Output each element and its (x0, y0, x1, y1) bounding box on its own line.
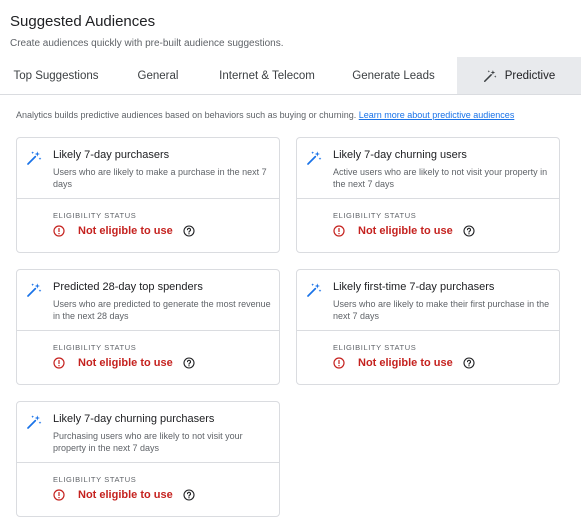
error-icon (53, 489, 65, 501)
card-description: Users who are likely to make their first… (333, 299, 550, 321)
card-description: Active users who are likely to not visit… (333, 167, 548, 189)
magic-wand-icon (483, 69, 497, 83)
tab-label: Internet & Telecom (219, 69, 315, 82)
card-header: Likely 7-day purchasers Users who are li… (17, 138, 279, 199)
audience-card-predicted-28-day-top-spenders[interactable]: Predicted 28-day top spenders Users who … (16, 269, 280, 385)
tab-label: Generate Leads (352, 69, 435, 82)
card-header: Likely 7-day churning users Active users… (297, 138, 559, 199)
error-icon (333, 357, 345, 369)
eligibility-label: ELIGIBILITY STATUS (333, 211, 417, 220)
card-description: Purchasing users who are likely to not v… (53, 431, 243, 453)
intro-text: Analytics builds predictive audiences ba… (16, 110, 514, 120)
page-subtitle: Create audiences quickly with pre-built … (10, 38, 284, 49)
status-text: Not eligible to use (78, 357, 173, 369)
audience-card-likely-7-day-purchasers[interactable]: Likely 7-day purchasers Users who are li… (16, 137, 280, 253)
eligibility-label: ELIGIBILITY STATUS (53, 475, 137, 484)
magic-wand-icon (26, 414, 42, 435)
error-icon (333, 225, 345, 237)
tab-label: Predictive (504, 69, 556, 82)
page-header: Suggested Audiences Create audiences qui… (10, 12, 284, 49)
card-title: Likely 7-day purchasers (53, 149, 170, 161)
eligibility-label: ELIGIBILITY STATUS (53, 211, 137, 220)
card-title: Likely first-time 7-day purchasers (333, 281, 495, 293)
status-text: Not eligible to use (78, 225, 173, 237)
tab-general[interactable]: General (112, 57, 204, 94)
error-icon (53, 225, 65, 237)
card-header: Likely first-time 7-day purchasers Users… (297, 270, 559, 331)
learn-more-link[interactable]: Learn more about predictive audiences (359, 110, 515, 120)
magic-wand-icon (306, 150, 322, 171)
eligibility-label: ELIGIBILITY STATUS (53, 343, 137, 352)
eligibility-status: Not eligible to use (333, 357, 475, 369)
card-title: Likely 7-day churning users (333, 149, 467, 161)
audience-card-likely-first-time-7-day-purchasers[interactable]: Likely first-time 7-day purchasers Users… (296, 269, 560, 385)
card-title: Likely 7-day churning purchasers (53, 413, 215, 425)
card-title: Predicted 28-day top spenders (53, 281, 203, 293)
card-description: Users who are likely to make a purchase … (53, 167, 267, 189)
help-icon[interactable] (183, 225, 195, 237)
tab-label: Top Suggestions (13, 69, 99, 82)
magic-wand-icon (306, 282, 322, 303)
audience-card-likely-7-day-churning-purchasers[interactable]: Likely 7-day churning purchasers Purchas… (16, 401, 280, 517)
status-text: Not eligible to use (358, 225, 453, 237)
eligibility-status: Not eligible to use (53, 489, 195, 501)
intro-description: Analytics builds predictive audiences ba… (16, 110, 357, 120)
help-icon[interactable] (463, 225, 475, 237)
eligibility-status: Not eligible to use (333, 225, 475, 237)
eligibility-status: Not eligible to use (53, 357, 195, 369)
card-header: Likely 7-day churning purchasers Purchas… (17, 402, 279, 463)
tab-internet-telecom[interactable]: Internet & Telecom (204, 57, 330, 94)
status-text: Not eligible to use (78, 489, 173, 501)
card-description: Users who are predicted to generate the … (53, 299, 271, 321)
tab-predictive[interactable]: Predictive (457, 57, 581, 94)
help-icon[interactable] (463, 357, 475, 369)
error-icon (53, 357, 65, 369)
magic-wand-icon (26, 150, 42, 171)
help-icon[interactable] (183, 357, 195, 369)
page-title: Suggested Audiences (10, 13, 156, 30)
status-text: Not eligible to use (358, 357, 453, 369)
tab-top-suggestions[interactable]: Top Suggestions (0, 57, 112, 94)
eligibility-label: ELIGIBILITY STATUS (333, 343, 417, 352)
tab-bar: Top Suggestions General Internet & Telec… (0, 57, 581, 95)
eligibility-status: Not eligible to use (53, 225, 195, 237)
audience-card-likely-7-day-churning-users[interactable]: Likely 7-day churning users Active users… (296, 137, 560, 253)
tab-generate-leads[interactable]: Generate Leads (330, 57, 457, 94)
magic-wand-icon (26, 282, 42, 303)
help-icon[interactable] (183, 489, 195, 501)
card-header: Predicted 28-day top spenders Users who … (17, 270, 279, 331)
tab-label: General (137, 69, 179, 82)
